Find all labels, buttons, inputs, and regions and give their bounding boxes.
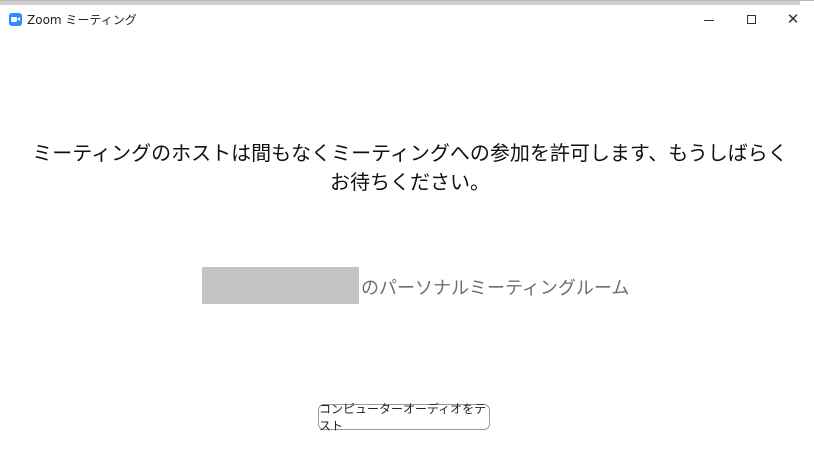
test-computer-audio-button[interactable]: コンピューターオーディオをテスト xyxy=(318,402,490,433)
maximize-icon xyxy=(746,14,756,24)
window-controls: ✕ xyxy=(688,5,814,33)
title-bar[interactable]: Zoom ミーティング ✕ xyxy=(0,5,814,33)
zoom-window: Zoom ミーティング ✕ ミーティングのホストは間もなくミーティングへの参加を… xyxy=(0,0,814,452)
close-button[interactable]: ✕ xyxy=(772,5,814,33)
waiting-room-message: ミーティングのホストは間もなくミーティングへの参加を許可します、もうしばらくお待… xyxy=(32,141,788,194)
personal-room-label: のパーソナルミーティングルーム xyxy=(361,278,630,299)
minimize-button[interactable] xyxy=(688,5,730,33)
close-icon: ✕ xyxy=(786,9,800,28)
host-name-redacted xyxy=(202,267,359,304)
personal-room-row: のパーソナルミーティングルーム xyxy=(0,267,814,305)
zoom-video-icon xyxy=(9,13,22,26)
window-title: Zoom ミーティング xyxy=(27,13,137,27)
minimize-icon xyxy=(704,19,714,21)
maximize-button[interactable] xyxy=(730,5,772,33)
